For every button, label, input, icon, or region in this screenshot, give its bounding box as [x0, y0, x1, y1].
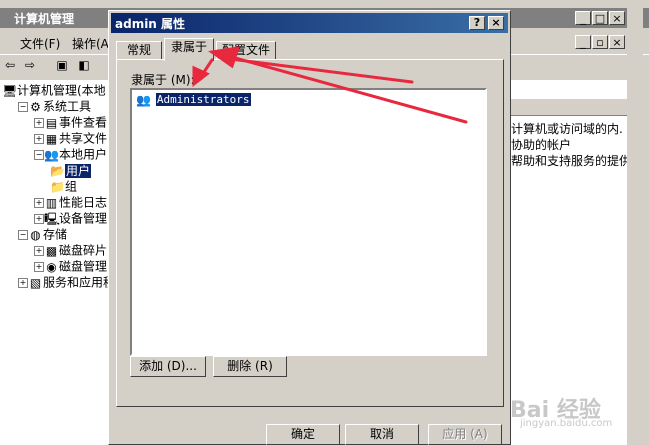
computer-icon: 🖥: [2, 83, 18, 98]
event-viewer-icon: ▤: [45, 115, 58, 130]
apply-button[interactable]: 应用 (A): [428, 424, 502, 445]
dialog-title: admin 属性: [115, 17, 186, 31]
services-icon: ▧: [29, 275, 42, 290]
folder-open-icon: 📂: [50, 163, 65, 178]
tree-item-label: 本地用户: [59, 147, 108, 162]
description-1: 计算机或访问域的内.: [511, 122, 623, 136]
tree-item-label: 设备管理: [59, 211, 108, 226]
tab-profile[interactable]: 配置文件: [216, 41, 276, 60]
help-button[interactable]: ?: [469, 16, 485, 30]
member-of-listbox[interactable]: 👥 Administrators: [130, 88, 487, 356]
tools-icon: ⚙: [30, 99, 41, 114]
expand-icon[interactable]: +: [18, 277, 28, 288]
tree-item[interactable]: − ◍ 存储: [18, 226, 67, 242]
details-header: [509, 99, 627, 116]
tree-item[interactable]: 📁组: [50, 178, 77, 194]
tree-item[interactable]: + ◉ 磁盘管理: [34, 258, 107, 274]
admin-properties-dialog: admin 属性 ? × 常规 隶属于 配置文件 隶属于 (M): 👥 Admi…: [108, 10, 511, 445]
list-item-label: Administrators: [154, 92, 252, 107]
collapse-icon[interactable]: −: [34, 149, 44, 160]
list-item[interactable]: 👥 Administrators: [136, 92, 252, 108]
tree-item-label: 事件查看: [59, 115, 108, 130]
tree-item[interactable]: − 👥本地用户: [34, 146, 107, 162]
tree-item[interactable]: − ⚙ 系统工具: [18, 98, 91, 114]
tab-general[interactable]: 常规: [116, 41, 162, 60]
tree-item[interactable]: + ▧ 服务和应用程: [18, 274, 115, 290]
tree-item-label: 组: [65, 179, 78, 194]
folder-icon: 📁: [50, 179, 65, 194]
forward-arrow-icon[interactable]: ⇨: [22, 58, 38, 73]
expand-icon[interactable]: +: [34, 197, 44, 208]
tree-item-label: 共享文件: [59, 131, 108, 146]
perf-log-icon: ▥: [45, 195, 58, 210]
group-icon: 👥: [136, 92, 151, 107]
shared-folder-icon: ▦: [45, 131, 58, 146]
disk-icon: ◉: [46, 259, 57, 274]
users-icon: 👥: [44, 147, 59, 162]
defrag-icon: ▩: [45, 243, 58, 258]
tree-item-label: 存储: [43, 227, 68, 242]
back-arrow-icon[interactable]: ⇦: [2, 58, 18, 73]
watermark-url: jingyan.baidu.com: [520, 418, 613, 429]
minimize-button[interactable]: _: [575, 11, 591, 25]
tree-item[interactable]: + ▤ 事件查看: [34, 114, 107, 130]
tree-item-label: 磁盘管理: [59, 259, 108, 274]
tree-item[interactable]: + ▥ 性能日志: [34, 194, 107, 210]
storage-icon: ◍: [30, 227, 41, 242]
expand-icon[interactable]: +: [34, 261, 44, 272]
expand-icon[interactable]: +: [34, 245, 44, 256]
expand-icon[interactable]: +: [34, 213, 44, 224]
tree-item-label: 性能日志: [59, 195, 108, 210]
tree-item[interactable]: + 🖳设备管理: [34, 210, 107, 226]
add-button[interactable]: 添加 (D)...: [130, 356, 206, 377]
member-of-label: 隶属于 (M):: [131, 73, 195, 87]
vertical-scrollbar[interactable]: [627, 0, 643, 445]
ok-button[interactable]: 确定: [266, 424, 340, 445]
expand-icon[interactable]: +: [34, 133, 44, 144]
dialog-titlebar[interactable]: admin 属性 ? ×: [111, 13, 508, 33]
collapse-icon[interactable]: −: [18, 101, 28, 112]
bg-window-title: 计算机管理: [14, 12, 75, 26]
tree-item-label: 系统工具: [43, 99, 92, 114]
cancel-button[interactable]: 取消: [345, 424, 419, 445]
description-3: 帮助和支持服务的提供.: [511, 154, 635, 168]
tree-item-label: 磁盘碎片: [59, 243, 108, 258]
device-manager-icon: 🖳: [44, 211, 61, 226]
description-2: 协助的帐户: [511, 138, 572, 152]
show-tree-icon[interactable]: ◧: [76, 58, 92, 73]
menu-file[interactable]: 文件(F): [20, 35, 60, 52]
tree-item-label: 服务和应用程: [43, 275, 116, 290]
tab-member-of[interactable]: 隶属于: [164, 38, 214, 61]
tree-item[interactable]: 🖥计算机管理(本地: [2, 82, 106, 98]
up-folder-icon[interactable]: ▣: [54, 58, 70, 73]
tree-item[interactable]: + ▩ 磁盘碎片: [34, 242, 107, 258]
dialog-close-button[interactable]: ×: [488, 16, 504, 30]
tree-item-label: 用户: [65, 163, 92, 178]
tree-item[interactable]: 📂用户: [50, 162, 92, 178]
close-window-button[interactable]: ×: [609, 11, 625, 25]
expand-icon[interactable]: +: [34, 117, 44, 128]
collapse-icon[interactable]: −: [18, 229, 28, 240]
menu-action[interactable]: 操作(A: [72, 35, 109, 52]
tree-item-label: 计算机管理(本地: [17, 83, 106, 98]
tree-item[interactable]: + ▦ 共享文件: [34, 130, 107, 146]
maximize-button[interactable]: □: [592, 11, 608, 25]
remove-button[interactable]: 删除 (R): [213, 356, 287, 377]
